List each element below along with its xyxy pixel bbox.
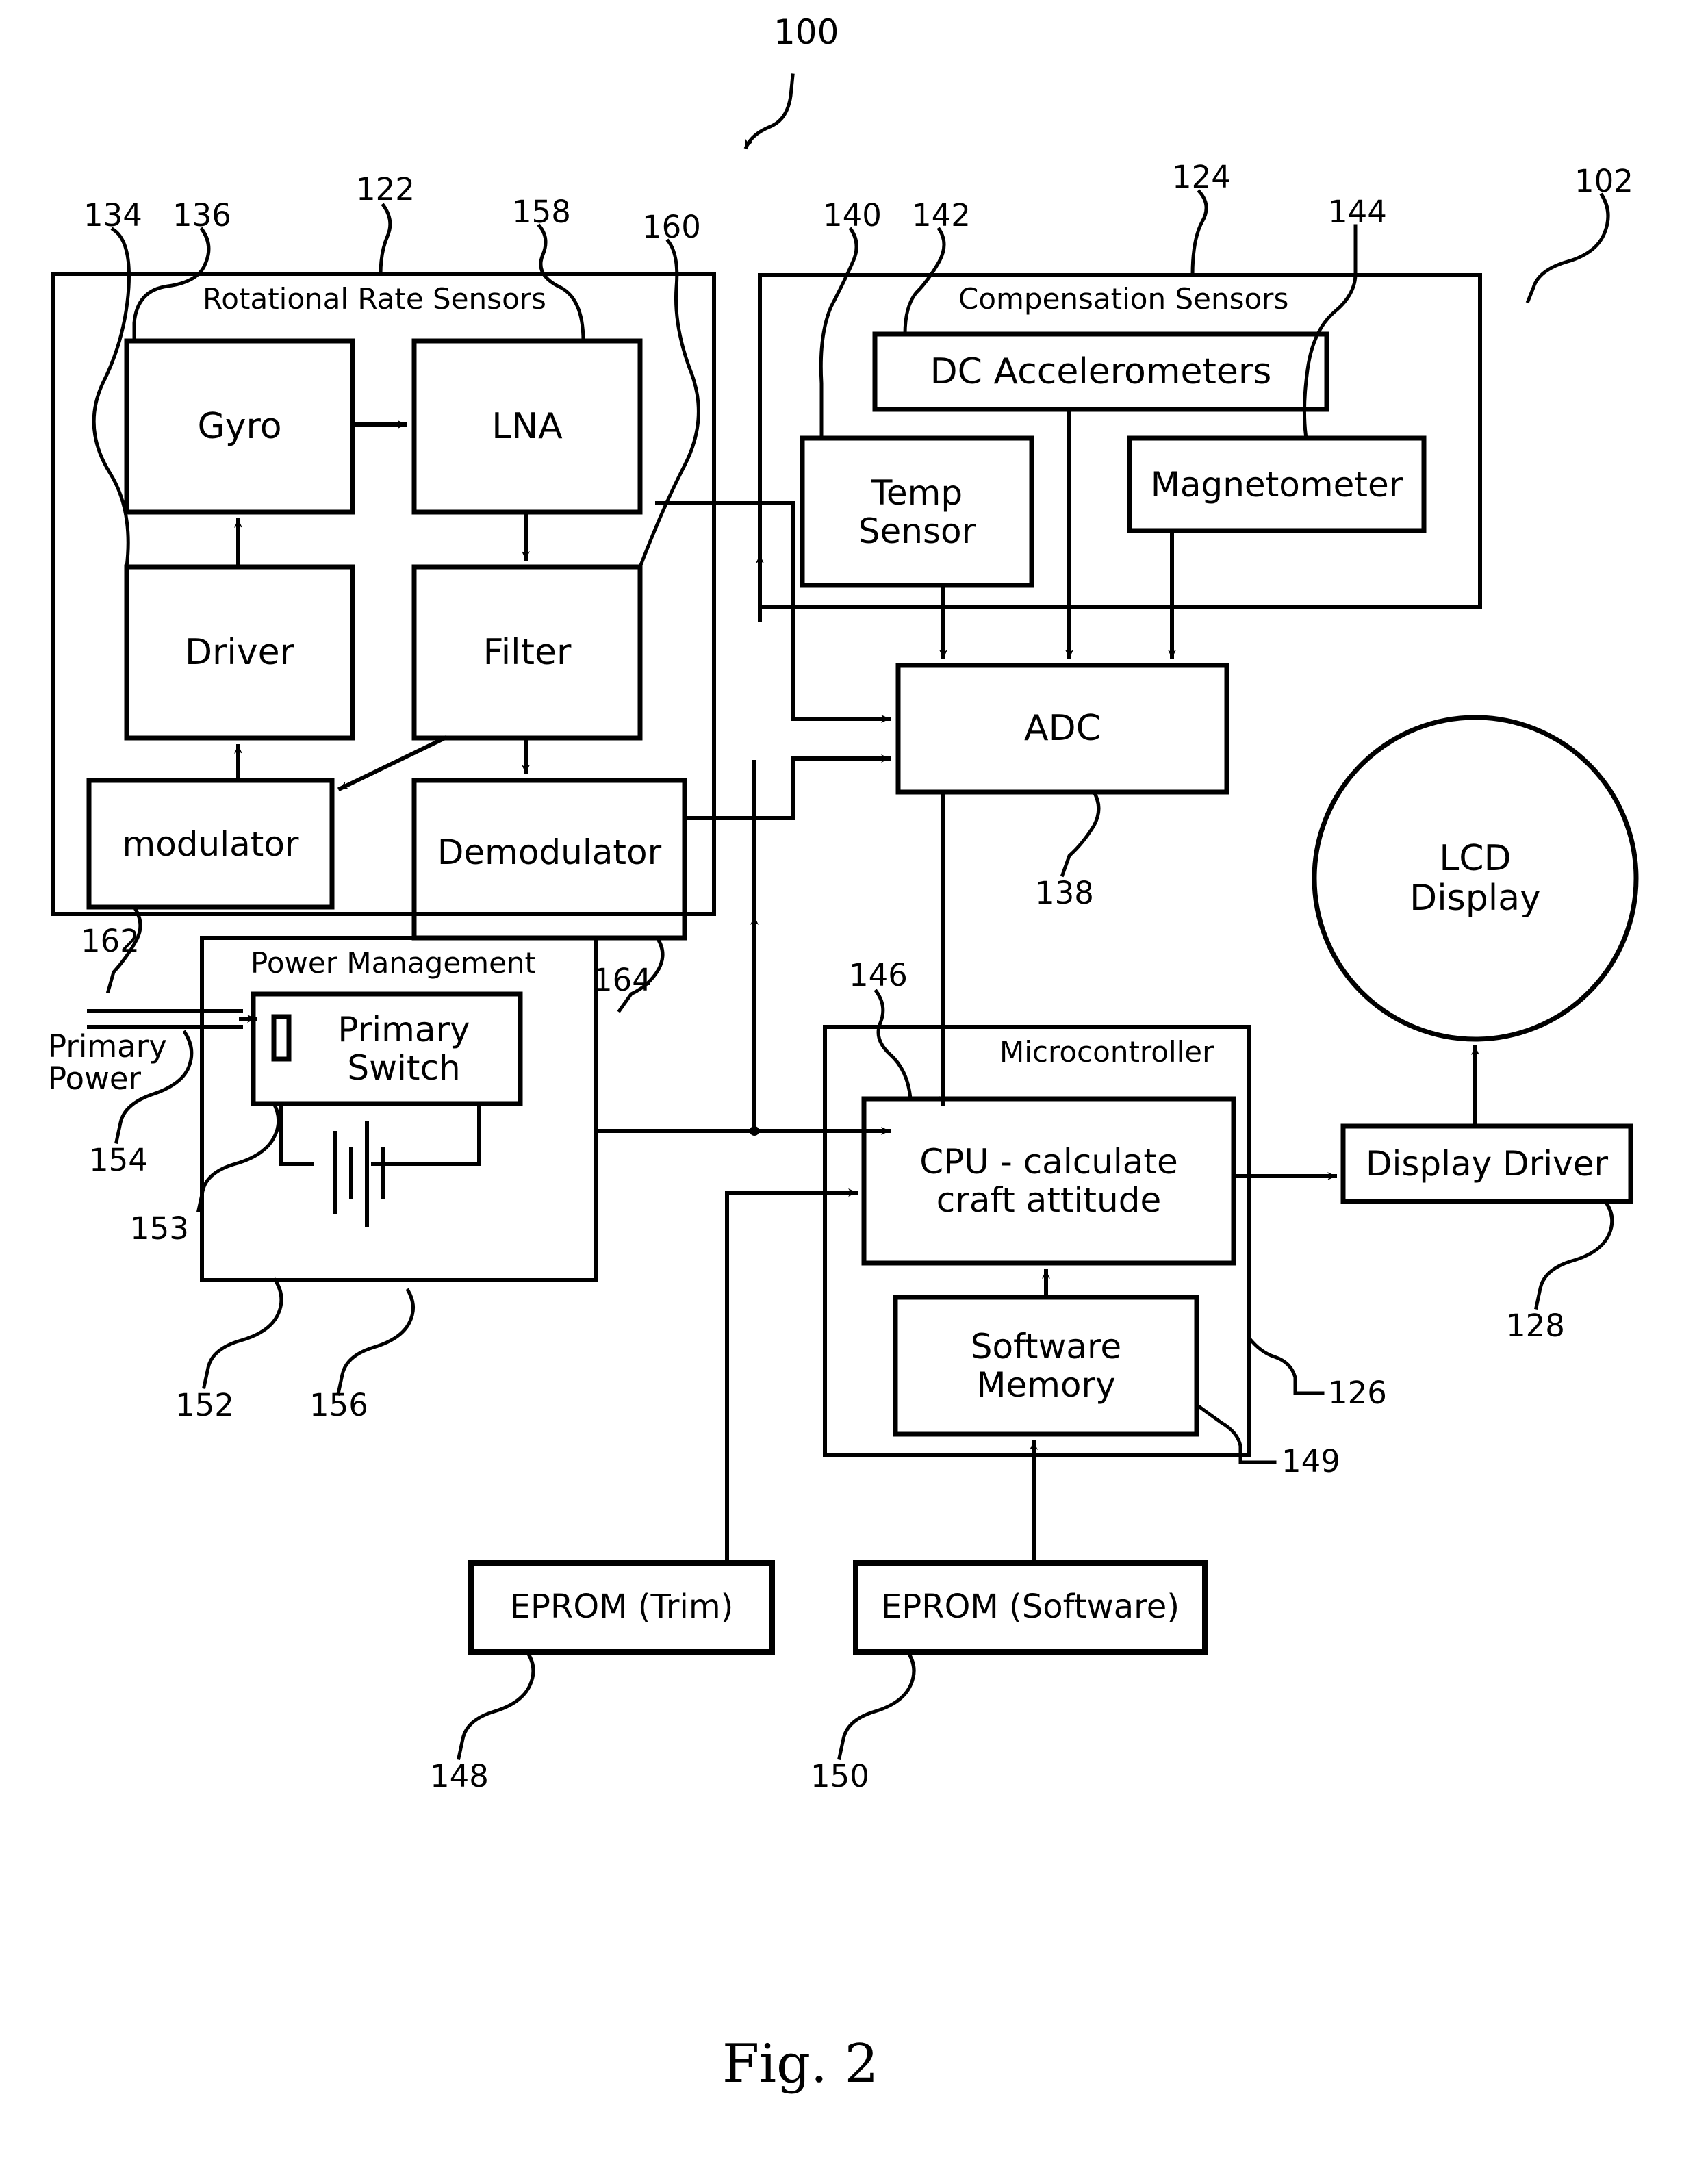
- group-box-microcontroller: [823, 1025, 1251, 1457]
- ref-numeral-149: 149: [1282, 1443, 1340, 1479]
- block-box-lna: [411, 338, 643, 515]
- block-diagram-canvas: [51, 73, 1639, 1760]
- ref-numeral-136: 136: [173, 197, 231, 233]
- block-box-software-memory: [893, 1295, 1199, 1437]
- primary-power-label: Primary Power: [48, 1028, 167, 1097]
- group-title-microcontroller: Microcontroller: [999, 1035, 1214, 1069]
- ref-numeral-140: 140: [823, 197, 882, 233]
- ref-numeral-126: 126: [1328, 1375, 1387, 1411]
- ref-numeral-162: 162: [81, 923, 140, 959]
- block-box-temp-sensor: [800, 435, 1034, 588]
- link-rrs-bus-vertical: [712, 501, 795, 721]
- leader-126: [1247, 1336, 1325, 1395]
- group-box-rotational-rate-sensors: [51, 272, 716, 916]
- block-box-eprom-software: [853, 1560, 1208, 1655]
- ref-numeral-138: 138: [1035, 875, 1094, 911]
- leader-153: [196, 1101, 281, 1212]
- leader-102: [1525, 192, 1610, 304]
- figure-caption: Fig. 2: [722, 2033, 879, 2095]
- leader-134: [92, 227, 131, 569]
- block-box-dc-accelerometers: [872, 331, 1329, 412]
- ref-numeral-158: 158: [512, 194, 571, 230]
- ref-numeral-134: 134: [84, 197, 142, 233]
- group-title-compensation-sensors: Compensation Sensors: [958, 282, 1289, 316]
- battery-circuit-right: [371, 1102, 481, 1166]
- block-box-display-driver: [1340, 1123, 1633, 1204]
- ref-numeral-142: 142: [912, 197, 971, 233]
- group-title-rotational-rate-sensors: Rotational Rate Sensors: [203, 282, 546, 316]
- group-box-compensation-sensors: [758, 273, 1482, 609]
- ref-numeral-100: 100: [774, 12, 839, 52]
- ref-numeral-122: 122: [356, 171, 415, 207]
- ref-numeral-160: 160: [642, 209, 701, 245]
- leader-124: [1190, 189, 1208, 277]
- battery-circuit-left: [279, 1102, 314, 1166]
- ref-numeral-148: 148: [430, 1758, 489, 1794]
- leader-160: [637, 238, 700, 570]
- block-box-primary-switch: [251, 991, 523, 1106]
- block-box-modulator: [86, 778, 335, 910]
- ref-numeral-102: 102: [1575, 163, 1633, 199]
- ref-numeral-156: 156: [309, 1387, 368, 1423]
- patent-figure-page: Rotational Rate Sensors Compensation Sen…: [0, 0, 1708, 2164]
- leader-150: [837, 1649, 916, 1760]
- leader-122: [379, 203, 392, 276]
- leader-136: [132, 227, 211, 343]
- switch-contact-icon: [271, 1014, 292, 1062]
- group-box-power-management: [200, 936, 598, 1282]
- block-shape-lcd-display: [1312, 715, 1639, 1042]
- ref-numeral-124: 124: [1172, 159, 1231, 195]
- link-eprom-trim-to-cpu: [725, 1188, 858, 1563]
- leader-138: [1060, 789, 1101, 878]
- leader-142: [903, 227, 946, 336]
- ref-numeral-153: 153: [130, 1210, 189, 1247]
- block-box-cpu: [861, 1096, 1236, 1266]
- block-box-eprom-trim: [468, 1560, 775, 1655]
- leader-128: [1534, 1199, 1614, 1310]
- power-rail-junction-dot: [750, 1126, 759, 1136]
- block-box-magnetometer: [1127, 435, 1427, 533]
- ref-numeral-152: 152: [175, 1387, 234, 1423]
- ref-numeral-150: 150: [811, 1758, 869, 1794]
- ref-numeral-128: 128: [1506, 1308, 1565, 1344]
- link-demodulator-to-adc: [683, 756, 795, 820]
- leader-156: [336, 1288, 415, 1396]
- block-box-gyro: [124, 338, 355, 515]
- leader-100: [743, 73, 795, 150]
- block-box-filter: [411, 564, 643, 741]
- ref-numeral-144: 144: [1328, 194, 1387, 230]
- ref-numeral-154: 154: [89, 1142, 148, 1178]
- leader-140: [819, 227, 858, 440]
- ref-numeral-164: 164: [593, 962, 652, 998]
- leader-152: [202, 1277, 283, 1389]
- leader-148: [457, 1649, 535, 1760]
- ref-numeral-146: 146: [849, 957, 908, 993]
- group-title-power-management: Power Management: [251, 946, 537, 980]
- leader-146: [874, 989, 913, 1101]
- block-box-driver: [124, 564, 355, 741]
- block-box-adc: [895, 663, 1229, 795]
